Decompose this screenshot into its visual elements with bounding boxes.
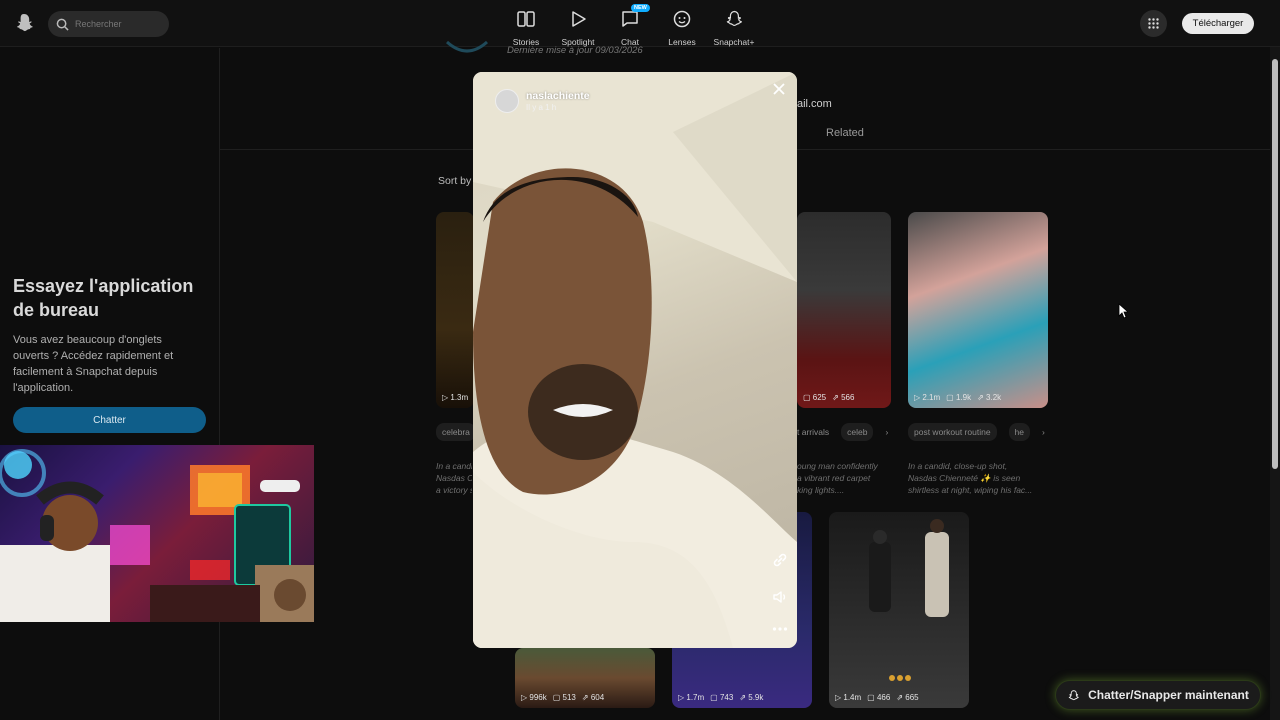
comments-count: ▢ 466 — [867, 693, 891, 702]
views-count: ▷ 996k — [521, 693, 547, 702]
story-video-frame — [473, 72, 797, 648]
tag-chip[interactable]: celebra — [436, 423, 476, 441]
card-stats: ▢ 625 ⇗ 566 — [803, 393, 854, 402]
card-stats: ▷ 1.7m ▢ 743 ⇗ 5.9k — [678, 693, 763, 702]
cta-label: Chatter/Snapper maintenant — [1088, 688, 1249, 702]
top-bar: Stories Spotlight NEW Chat Lenses Snapch… — [0, 0, 1280, 47]
new-badge: NEW — [631, 4, 650, 12]
close-icon[interactable] — [771, 81, 787, 97]
spotlight-play-icon — [572, 11, 586, 27]
stories-icon — [517, 11, 535, 27]
views-count: ▷ 2.1m — [914, 393, 941, 402]
mouse-cursor-icon — [1118, 303, 1128, 319]
page-scrollbar[interactable] — [1270, 47, 1280, 720]
views-count: ▷ 1.3m — [442, 393, 469, 402]
card-stats: ▷ 1.4m ▢ 466 ⇗ 665 — [835, 693, 919, 702]
search-input[interactable] — [75, 19, 165, 29]
webcam-overlay — [0, 445, 314, 622]
story-viewer-modal: naslachiente Il y a 1 h — [473, 72, 797, 648]
comments-count: ▢ 1.9k — [946, 393, 972, 402]
comments-count: ▢ 513 — [552, 693, 576, 702]
snapchat-logo-icon[interactable] — [14, 12, 34, 34]
tag-chip[interactable]: he — [1008, 423, 1031, 441]
tab-related[interactable]: Related — [826, 127, 864, 139]
scrollbar-thumb[interactable] — [1272, 59, 1278, 469]
video-card[interactable]: ▢ 625 ⇗ 566 — [797, 212, 891, 408]
volume-icon[interactable] — [771, 588, 789, 606]
apps-grid-button[interactable] — [1140, 10, 1167, 37]
video-card[interactable]: ▷ 996k ▢ 513 ⇗ 604 — [515, 648, 655, 708]
nav-stories[interactable]: Stories — [500, 6, 552, 47]
comments-count: ▢ 743 — [710, 693, 734, 702]
tag-chip[interactable]: post workout routine — [908, 423, 997, 441]
views-count: ▷ 1.4m — [835, 693, 862, 702]
nav-snapchat-plus[interactable]: Snapchat+ — [708, 6, 760, 47]
download-button[interactable]: Télécharger — [1182, 13, 1254, 34]
views-count: ▷ 1.7m — [678, 693, 705, 702]
profile-avatar-edge — [445, 40, 489, 53]
lenses-icon — [673, 10, 691, 28]
video-card[interactable]: ▷ 2.1m ▢ 1.9k ⇗ 3.2k — [908, 212, 1048, 408]
card-stats: ▷ 996k ▢ 513 ⇗ 604 — [521, 693, 604, 702]
promo-text: Vous avez beaucoup d'onglets ouverts ? A… — [13, 334, 174, 394]
more-options-icon[interactable] — [771, 620, 789, 638]
shares-count: ⇗ 604 — [581, 693, 605, 702]
webcam-scene-image — [0, 449, 314, 622]
tag-chip[interactable]: t arrivals — [797, 427, 829, 437]
chat-button[interactable]: Chatter — [13, 407, 206, 433]
chevron-right-icon[interactable]: › — [1042, 427, 1045, 437]
main-nav: Stories Spotlight NEW Chat Lenses Snapch… — [500, 4, 760, 47]
video-card[interactable]: ▷ 1.3m — [436, 212, 474, 408]
nav-lenses[interactable]: Lenses — [656, 6, 708, 47]
chat-snap-now-button[interactable]: Chatter/Snapper maintenant — [1055, 680, 1261, 710]
card-thumbnail — [869, 519, 949, 681]
card-description: In a candid, close-up shot, Nasdas Chien… — [908, 461, 1033, 495]
chevron-right-icon[interactable]: › — [885, 427, 888, 437]
promo-title: Essayez l'application de bureau — [13, 276, 194, 320]
card-description: In a candi Nasdas C a victory s — [436, 461, 472, 495]
nav-lenses-label: Lenses — [668, 37, 696, 47]
ghost-icon — [726, 10, 743, 26]
ghost-icon — [1068, 689, 1079, 700]
shares-count: ⇗ 566 — [832, 393, 855, 402]
story-timestamp: Il y a 1 h — [526, 103, 557, 112]
shares-count: ⇗ 5.9k — [739, 693, 764, 702]
shares-count: ⇗ 665 — [896, 693, 919, 702]
card-stats: ▷ 1.3m — [442, 393, 468, 402]
tag-row: t arrivals celeb › — [797, 423, 888, 441]
shares-count: ⇗ 3.2k — [977, 393, 1002, 402]
video-card[interactable]: ▷ 1.4m ▢ 466 ⇗ 665 — [829, 512, 969, 708]
sort-label[interactable]: Sort by — [438, 175, 471, 187]
card-stats: ▷ 2.1m ▢ 1.9k ⇗ 3.2k — [914, 393, 1001, 402]
tag-row: celebra — [436, 423, 476, 441]
last-updated: Dernière mise à jour 09/03/2026 — [507, 45, 643, 56]
apps-grid-icon — [1148, 18, 1159, 29]
nav-chat[interactable]: NEW Chat — [604, 4, 656, 47]
search-bar[interactable] — [48, 11, 169, 37]
nav-spotlight[interactable]: Spotlight — [552, 6, 604, 47]
tag-chip[interactable]: celeb — [841, 423, 874, 441]
story-author-name[interactable]: naslachiente — [526, 90, 590, 102]
email-fragment: ail.com — [797, 98, 832, 110]
link-icon[interactable] — [771, 551, 789, 569]
story-author-avatar[interactable] — [495, 89, 519, 113]
chat-bubble-icon — [622, 11, 638, 27]
nav-snapchat-plus-label: Snapchat+ — [713, 37, 755, 47]
tag-row: post workout routine he › — [908, 423, 1045, 441]
search-icon — [56, 18, 69, 31]
comments-count: ▢ 625 — [803, 393, 827, 402]
